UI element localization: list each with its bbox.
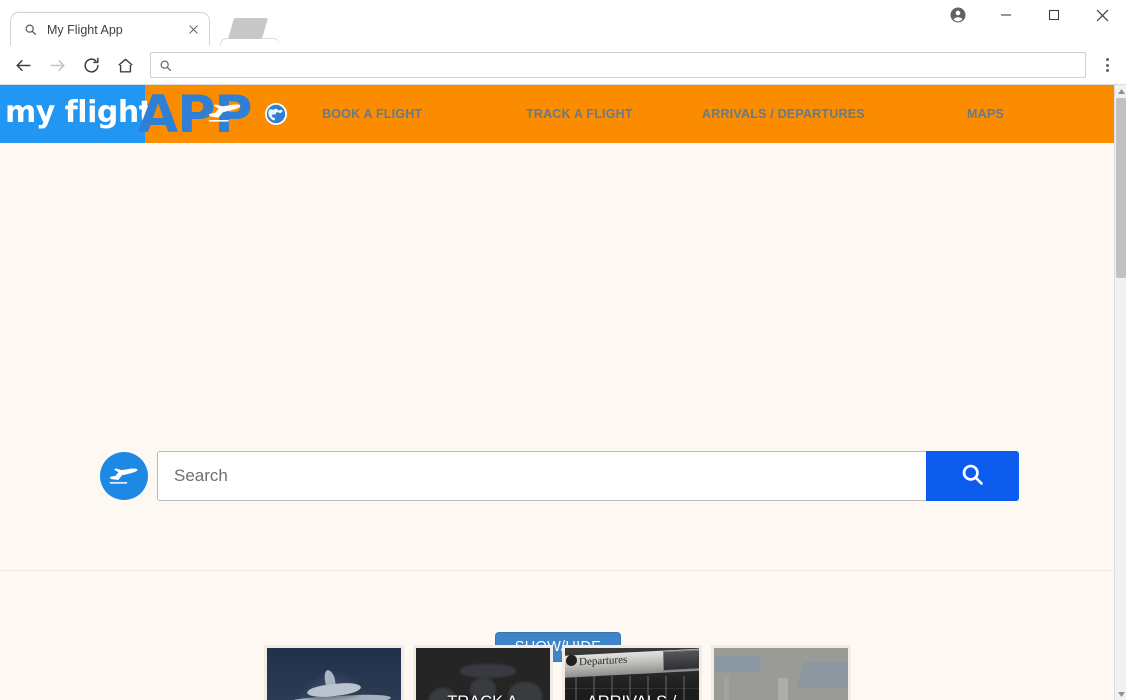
search-input[interactable] <box>157 451 926 501</box>
window-controls <box>934 0 1126 30</box>
nav-link-maps[interactable]: MAPS <box>967 107 1004 121</box>
browser-tab[interactable]: My Flight App <box>10 12 210 46</box>
section-divider <box>0 570 1114 571</box>
nav-link-arrivals-departures[interactable]: ARRIVALS / DEPARTURES <box>702 107 865 121</box>
page-scrollbar[interactable] <box>1114 85 1126 700</box>
address-input[interactable] <box>180 57 1077 73</box>
new-tab-placeholder-base <box>220 38 280 46</box>
card-maps[interactable]: MAPS <box>710 645 851 700</box>
site-logo[interactable]: my flight APP <box>0 85 298 143</box>
scrollbar-thumb[interactable] <box>1116 98 1126 278</box>
account-circle-icon[interactable] <box>934 0 982 30</box>
address-bar[interactable] <box>150 52 1086 78</box>
browser-toolbar <box>0 46 1126 85</box>
tab-strip: My Flight App <box>0 0 1126 46</box>
card-label: ARRIVALS / DEPARTURES <box>565 690 699 700</box>
search-icon <box>159 59 172 72</box>
maximize-button[interactable] <box>1030 0 1078 30</box>
home-icon[interactable] <box>111 51 139 79</box>
airplane-in-sky-photo <box>266 648 401 700</box>
hero-section: SHOW/HIDE <box>0 143 1114 662</box>
browser-chrome: My Flight App <box>0 0 1126 85</box>
close-icon[interactable] <box>185 22 201 38</box>
reload-icon[interactable] <box>77 51 105 79</box>
search-row <box>100 451 1019 501</box>
card-arrivals-departures[interactable]: Departures ARRIVAL <box>561 645 702 700</box>
scroll-down-arrow-icon[interactable] <box>1115 688 1126 700</box>
tab-title: My Flight App <box>47 22 123 37</box>
nav-link-book-a-flight[interactable]: BOOK A FLIGHT <box>322 107 422 121</box>
window-close-button[interactable] <box>1078 0 1126 30</box>
new-tab-placeholder[interactable] <box>227 18 269 39</box>
three-dot-menu-icon[interactable] <box>1094 51 1120 79</box>
back-arrow-icon[interactable] <box>9 51 37 79</box>
site-navigation: BOOK A FLIGHT TRACK A FLIGHT ARRIVALS / … <box>298 85 1114 143</box>
search-submit-button[interactable] <box>926 451 1019 501</box>
page-viewport: my flight APP BOOK A FLIGHT TRACK A FLIG… <box>0 85 1126 700</box>
search-icon <box>22 22 38 38</box>
street-map-photo <box>713 648 848 700</box>
card-label: TRACK A FLIGHT <box>416 690 550 700</box>
scroll-up-arrow-icon[interactable] <box>1115 85 1126 97</box>
globe-icon <box>264 102 288 126</box>
feature-card-grid: BOOK A FLIGHT TRACK A FLIGHT <box>0 645 1114 700</box>
search-icon <box>960 462 985 490</box>
nav-link-track-a-flight[interactable]: TRACK A FLIGHT <box>526 107 633 121</box>
minimize-button[interactable] <box>982 0 1030 30</box>
site-header: my flight APP BOOK A FLIGHT TRACK A FLIG… <box>0 85 1114 143</box>
forward-arrow-icon <box>43 51 71 79</box>
web-page: my flight APP BOOK A FLIGHT TRACK A FLIG… <box>0 85 1114 700</box>
card-book-a-flight[interactable]: BOOK A FLIGHT <box>263 645 404 700</box>
airplane-icon <box>208 102 242 124</box>
card-track-a-flight[interactable]: TRACK A FLIGHT <box>412 645 553 700</box>
logo-text-myflight: my flight <box>5 95 153 130</box>
airplane-takeoff-icon <box>100 452 148 500</box>
